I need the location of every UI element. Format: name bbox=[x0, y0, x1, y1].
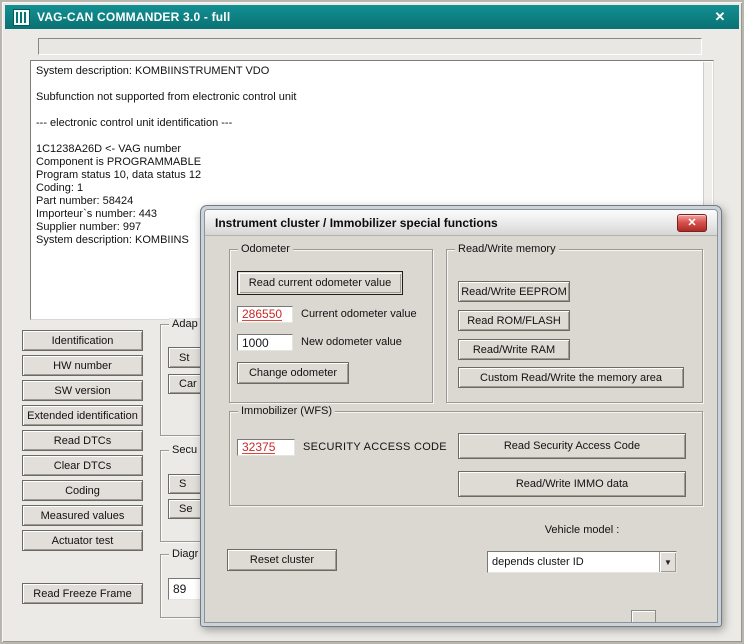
output-line: Coding: 1 bbox=[36, 182, 711, 195]
progress-bar bbox=[38, 38, 702, 55]
output-line: Component is PROGRAMMABLE bbox=[36, 156, 711, 169]
output-line: System description: KOMBIINSTRUMENT VDO bbox=[36, 65, 711, 78]
read-odometer-button[interactable]: Read current odometer value bbox=[237, 271, 403, 295]
window-title: VAG-CAN COMMANDER 3.0 - full bbox=[37, 10, 702, 24]
read-write-ram-button[interactable]: Read/Write RAM bbox=[458, 339, 570, 360]
read-security-code-button[interactable]: Read Security Access Code bbox=[458, 433, 686, 459]
output-line: --- electronic control unit identificati… bbox=[36, 117, 711, 130]
memory-group-label: Read/Write memory bbox=[455, 243, 559, 256]
close-icon[interactable]: ✕ bbox=[709, 8, 731, 26]
special-functions-dialog: Instrument cluster / Immobilizer special… bbox=[200, 205, 722, 627]
dialog-title: Instrument cluster / Immobilizer special… bbox=[215, 216, 677, 230]
security-code-value: 32375 bbox=[242, 441, 275, 454]
dialog-close-button[interactable]: ✕ bbox=[677, 214, 707, 232]
output-line: Program status 10, data status 12 bbox=[36, 169, 711, 182]
current-odometer-input[interactable]: 286550 bbox=[237, 306, 293, 323]
output-line bbox=[36, 130, 711, 143]
vehicle-model-selected: depends cluster ID bbox=[488, 556, 659, 568]
change-odometer-button[interactable]: Change odometer bbox=[237, 362, 349, 384]
diagnostic-field-value: 89 bbox=[173, 582, 186, 596]
read-write-eeprom-button[interactable]: Read/Write EEPROM bbox=[458, 281, 570, 302]
new-odometer-input[interactable]: 1000 bbox=[237, 334, 293, 351]
current-odometer-value: 286550 bbox=[242, 308, 282, 321]
output-line bbox=[36, 104, 711, 117]
security-group-label: Secu bbox=[169, 444, 200, 457]
vehicle-model-label: Vehicle model : bbox=[487, 524, 677, 536]
output-line bbox=[36, 78, 711, 91]
odometer-group-label: Odometer bbox=[238, 243, 293, 256]
new-odometer-label: New odometer value bbox=[301, 336, 402, 348]
immobilizer-group-label: Immobilizer (WFS) bbox=[238, 405, 335, 418]
main-window: VAG-CAN COMMANDER 3.0 - full ✕ System de… bbox=[0, 0, 744, 644]
security-code-label: SECURITY ACCESS CODE bbox=[303, 441, 447, 453]
dialog-titlebar[interactable]: Instrument cluster / Immobilizer special… bbox=[205, 210, 717, 236]
reset-cluster-button[interactable]: Reset cluster bbox=[227, 549, 337, 571]
sw-version-button[interactable]: SW version bbox=[22, 380, 143, 401]
coding-button[interactable]: Coding bbox=[22, 480, 143, 501]
output-line: Subfunction not supported from electroni… bbox=[36, 91, 711, 104]
hw-number-button[interactable]: HW number bbox=[22, 355, 143, 376]
adaptation-group-label: Adap bbox=[169, 318, 201, 331]
read-freeze-frame-button[interactable]: Read Freeze Frame bbox=[22, 583, 143, 604]
resize-grip[interactable] bbox=[631, 610, 656, 623]
identification-button[interactable]: Identification bbox=[22, 330, 143, 351]
security-code-input[interactable]: 32375 bbox=[237, 439, 295, 456]
output-line: 1C1238A26D <- VAG number bbox=[36, 143, 711, 156]
actuator-test-button[interactable]: Actuator test bbox=[22, 530, 143, 551]
current-odometer-label: Current odometer value bbox=[301, 308, 417, 320]
read-write-immo-button[interactable]: Read/Write IMMO data bbox=[458, 471, 686, 497]
chevron-down-icon[interactable]: ▼ bbox=[659, 552, 676, 572]
titlebar[interactable]: VAG-CAN COMMANDER 3.0 - full ✕ bbox=[5, 5, 739, 29]
vehicle-model-select[interactable]: depends cluster ID ▼ bbox=[487, 551, 677, 573]
read-dtcs-button[interactable]: Read DTCs bbox=[22, 430, 143, 451]
extended-identification-button[interactable]: Extended identification bbox=[22, 405, 143, 426]
custom-memory-button[interactable]: Custom Read/Write the memory area bbox=[458, 367, 684, 388]
read-rom-flash-button[interactable]: Read ROM/FLASH bbox=[458, 310, 570, 331]
app-icon bbox=[13, 9, 30, 26]
diagnostic-group-label: Diagr bbox=[169, 548, 201, 561]
measured-values-button[interactable]: Measured values bbox=[22, 505, 143, 526]
clear-dtcs-button[interactable]: Clear DTCs bbox=[22, 455, 143, 476]
new-odometer-value: 1000 bbox=[242, 336, 269, 350]
